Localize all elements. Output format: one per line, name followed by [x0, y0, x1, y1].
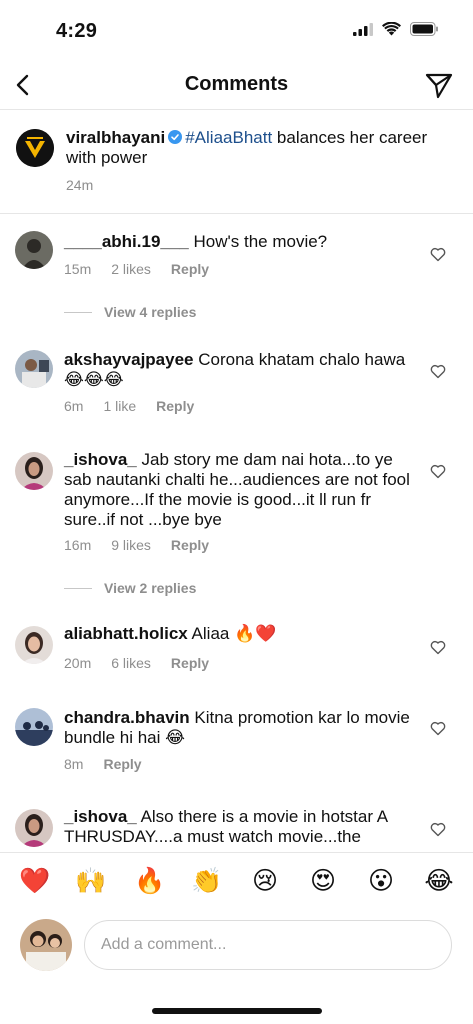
caption-text: viralbhayani #AliaaBhatt balances her car…	[66, 128, 446, 168]
avatar[interactable]	[15, 626, 53, 664]
comment-time: 16m	[64, 537, 92, 553]
status-time: 4:29	[56, 20, 98, 42]
reply-button[interactable]: Reply	[171, 261, 209, 277]
comment-likes[interactable]: 1 like	[103, 398, 136, 414]
status-bar: 4:29	[0, 0, 473, 62]
comment-username[interactable]: _ishova_	[64, 450, 137, 469]
avatar[interactable]	[15, 350, 53, 388]
heart-icon[interactable]	[430, 247, 446, 262]
comment-username[interactable]: chandra.bhavin	[64, 708, 190, 727]
view-replies-label: View 4 replies	[104, 304, 197, 320]
battery-icon	[410, 22, 438, 36]
comment-username[interactable]: ____abhi.19___	[64, 232, 189, 251]
comment-body: Aliaa 🔥❤️	[191, 624, 277, 643]
wifi-icon	[382, 22, 401, 36]
heart-emoji-button[interactable]: ❤️	[19, 866, 50, 896]
user-photo-icon	[15, 452, 53, 490]
comment-input[interactable]	[84, 920, 452, 970]
viralbhayani-logo-icon	[16, 129, 54, 167]
heart-icon[interactable]	[430, 640, 446, 655]
comment-text: aliabhatt.holicx Aliaa 🔥❤️	[64, 624, 414, 644]
heart-icon[interactable]	[430, 822, 446, 837]
page-title: Comments	[184, 73, 289, 95]
clapping-emoji-button[interactable]: 👏	[191, 866, 222, 896]
user-photo-icon	[15, 708, 53, 746]
view-replies-button[interactable]: View 2 replies	[64, 580, 196, 596]
comment-text: akshayvajpayee Corona khatam chalo hawa …	[64, 350, 414, 390]
caption-timestamp: 24m	[66, 177, 94, 193]
caption-hashtag[interactable]: #AliaaBhatt	[185, 128, 272, 147]
comment-text: chandra.bhavin Kitna promotion kar lo mo…	[64, 708, 414, 748]
comment-text: ____abhi.19___ How's the movie?	[64, 232, 414, 252]
user-photo-icon	[15, 350, 53, 388]
surprised-emoji-button[interactable]: 😮	[366, 866, 396, 896]
comment-time: 20m	[64, 655, 92, 671]
comment-time: 8m	[64, 756, 84, 772]
laughing-emoji-button[interactable]: 😂	[424, 866, 454, 896]
share-button[interactable]	[423, 70, 455, 100]
comment-time: 6m	[64, 398, 84, 414]
status-icons	[353, 22, 439, 36]
view-replies-label: View 2 replies	[104, 580, 197, 596]
verified-badge-icon	[168, 130, 183, 144]
heart-eyes-emoji-button[interactable]: 😍	[308, 866, 338, 896]
comment-likes[interactable]: 6 likes	[111, 655, 151, 671]
raised-hands-emoji-button[interactable]: 🙌	[75, 866, 106, 896]
crying-emoji-button[interactable]: 😢	[250, 866, 280, 896]
comment-likes[interactable]: 2 likes	[111, 261, 151, 277]
comment-username[interactable]: akshayvajpayee	[64, 350, 194, 369]
comment-meta: 20m 6 likes Reply	[64, 655, 209, 671]
emoji-quick-bar: ❤️ 🙌 🔥 👏 😢 😍 😮 😂	[0, 852, 473, 910]
home-indicator	[152, 1008, 322, 1014]
view-replies-button[interactable]: View 4 replies	[64, 304, 196, 320]
comment-username[interactable]: aliabhatt.holicx	[64, 624, 188, 643]
comment-text: _ishova_ Jab story me dam nai hota...to …	[64, 450, 414, 530]
comment-meta: 6m 1 like Reply	[64, 398, 194, 414]
avatar[interactable]	[15, 452, 53, 490]
avatar[interactable]	[15, 708, 53, 746]
comment-meta: 8m Reply	[64, 756, 142, 772]
user-photo-icon	[15, 231, 53, 269]
comment-likes[interactable]: 9 likes	[111, 537, 151, 553]
heart-icon[interactable]	[430, 364, 446, 379]
comment-meta: 16m 9 likes Reply	[64, 537, 209, 553]
cellular-signal-icon	[353, 22, 373, 36]
comment-text: _ishova_ Also there is a movie in hotsta…	[64, 807, 414, 847]
nav-bar: Comments	[0, 62, 473, 110]
comment-input-row	[0, 910, 473, 982]
divider-line	[64, 587, 92, 589]
reply-button[interactable]: Reply	[171, 537, 209, 553]
caption-username[interactable]: viralbhayani	[66, 128, 165, 147]
current-user-avatar	[20, 919, 72, 971]
user-photo-icon	[15, 626, 53, 664]
comment-meta: 15m 2 likes Reply	[64, 261, 209, 277]
heart-icon[interactable]	[430, 464, 446, 479]
user-photo-icon	[15, 809, 53, 847]
heart-icon[interactable]	[430, 721, 446, 736]
comment-body: How's the movie?	[193, 232, 328, 251]
avatar[interactable]	[16, 129, 54, 167]
reply-button[interactable]: Reply	[171, 655, 209, 671]
user-photo-icon	[20, 919, 72, 971]
divider-line	[64, 311, 92, 313]
reply-button[interactable]: Reply	[103, 756, 141, 772]
reply-button[interactable]: Reply	[156, 398, 194, 414]
avatar[interactable]	[15, 809, 53, 847]
comment-item: _ishova_ Also there is a movie in hotsta…	[0, 805, 473, 852]
comment-time: 15m	[64, 261, 92, 277]
comment-username[interactable]: _ishova_	[64, 807, 137, 826]
avatar[interactable]	[15, 231, 53, 269]
fire-emoji-button[interactable]: 🔥	[134, 866, 165, 896]
paper-plane-icon	[425, 73, 453, 99]
post-caption: viralbhayani #AliaaBhatt balances her car…	[0, 110, 473, 214]
